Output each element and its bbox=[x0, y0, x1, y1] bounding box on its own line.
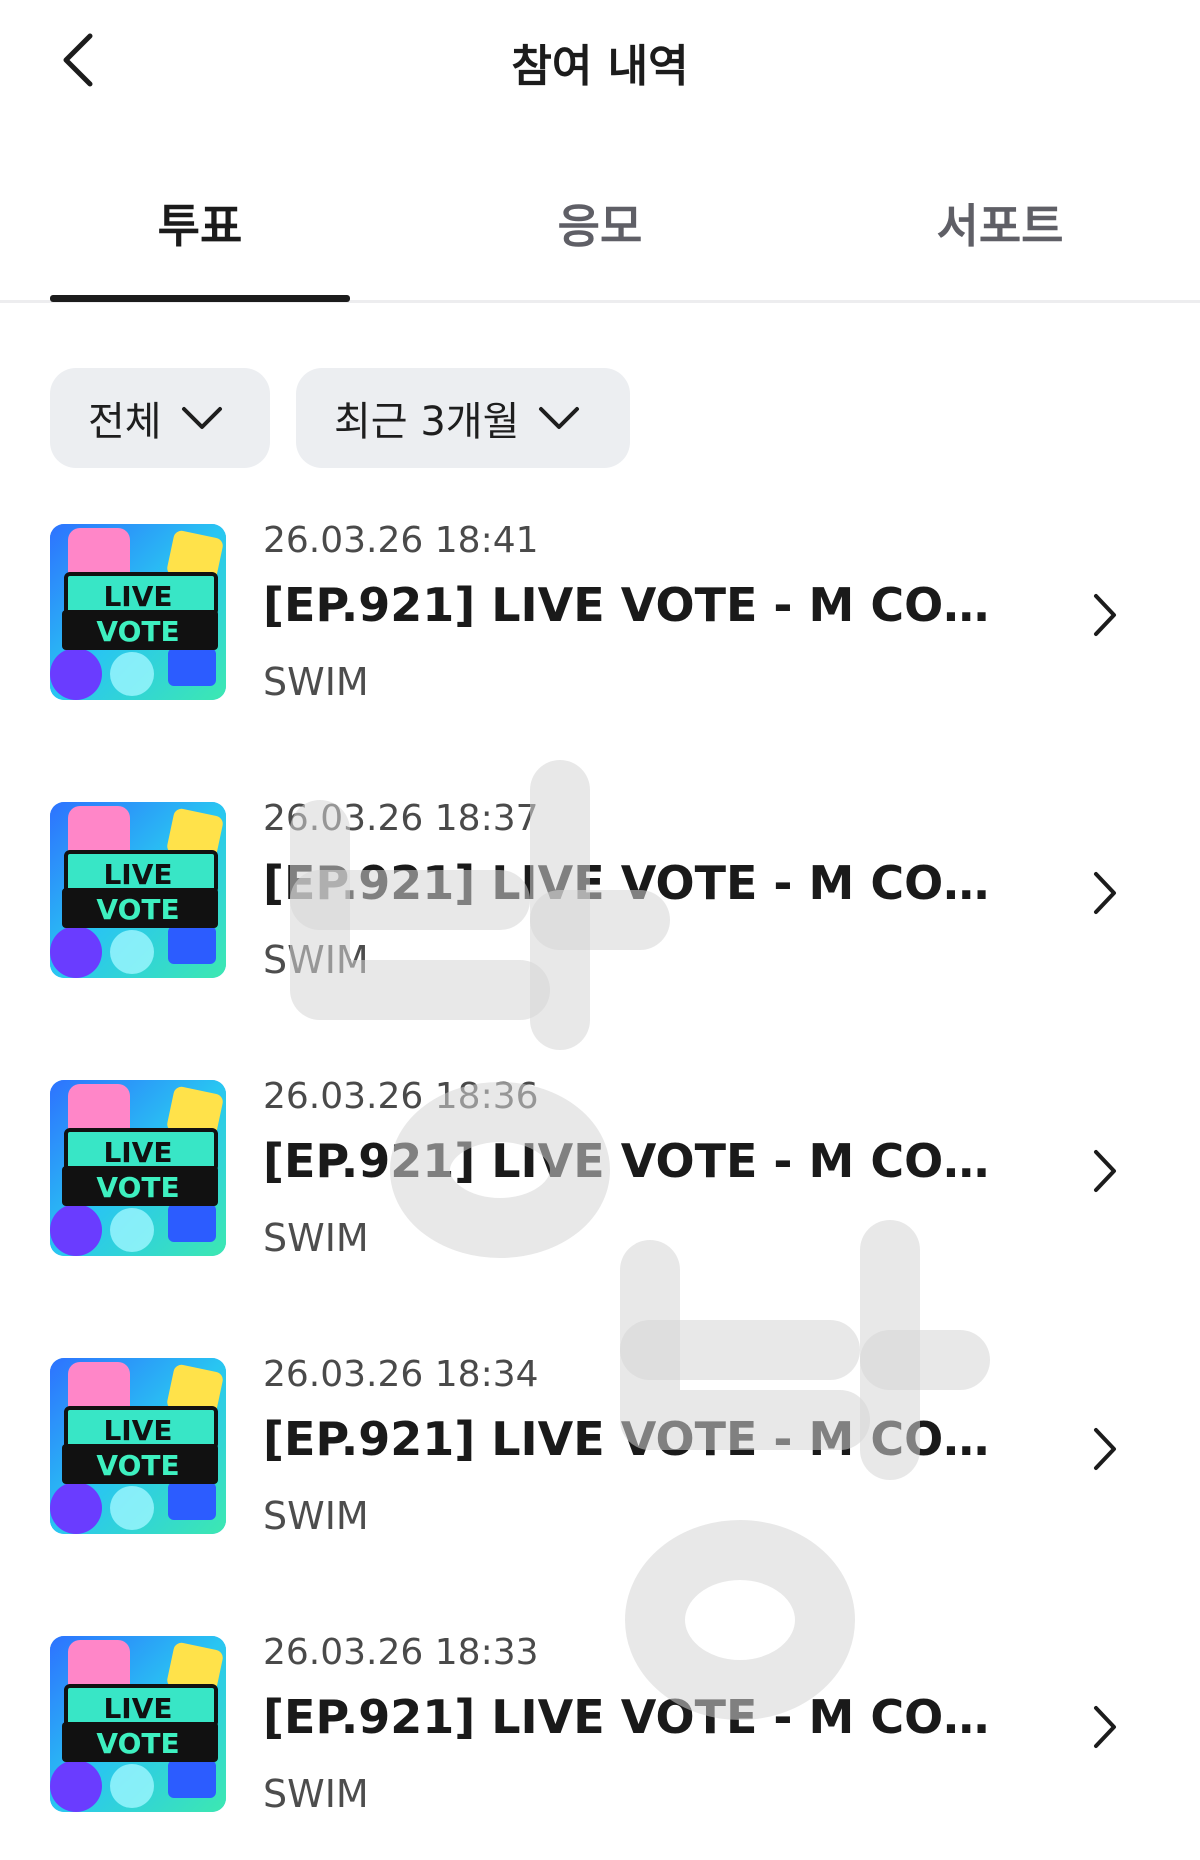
live-vote-thumbnail-art: LIVE VOTE bbox=[50, 802, 226, 978]
thumbnail-line2: VOTE bbox=[96, 1727, 179, 1760]
vote-date: 26.03.26 18:36 bbox=[263, 1076, 539, 1117]
vote-history-item[interactable]: LIVE VOTE 26.03.26 18:37 [EP.921] LIVE V… bbox=[0, 798, 1200, 988]
chevron-right-icon bbox=[1094, 1150, 1116, 1192]
chevron-down-icon bbox=[181, 407, 222, 429]
chevron-right-icon bbox=[1094, 1706, 1116, 1748]
live-vote-thumbnail: LIVE VOTE bbox=[50, 524, 226, 700]
thumbnail-line1: LIVE bbox=[103, 858, 172, 891]
bubble bbox=[110, 930, 154, 974]
voted-artist: SWIM bbox=[263, 1494, 369, 1538]
vote-date: 26.03.26 18:34 bbox=[263, 1354, 539, 1395]
live-vote-thumbnail-art: LIVE VOTE bbox=[50, 1636, 226, 1812]
period-filter-dropdown[interactable]: 최근 3개월 bbox=[296, 368, 630, 468]
vote-history-item[interactable]: LIVE VOTE 26.03.26 18:33 [EP.921] LIVE V… bbox=[0, 1632, 1200, 1822]
live-vote-thumbnail: LIVE VOTE bbox=[50, 1636, 226, 1812]
purple-ball bbox=[50, 1482, 102, 1534]
vote-title: [EP.921] LIVE VOTE - M COUN... bbox=[263, 578, 1003, 632]
live-vote-thumbnail-art: LIVE VOTE bbox=[50, 1080, 226, 1256]
bubble bbox=[110, 1764, 154, 1808]
live-vote-thumbnail: LIVE VOTE bbox=[50, 1358, 226, 1534]
vote-history-item[interactable]: LIVE VOTE 26.03.26 18:36 [EP.921] LIVE V… bbox=[0, 1076, 1200, 1266]
thumbnail-line2: VOTE bbox=[96, 1449, 179, 1482]
voted-artist: SWIM bbox=[263, 1216, 369, 1260]
tab-vote[interactable]: 투표 bbox=[50, 190, 350, 256]
camera-shape bbox=[168, 926, 216, 964]
vote-title: [EP.921] LIVE VOTE - M COUN... bbox=[263, 856, 1003, 910]
thumbnail-line2: VOTE bbox=[96, 615, 179, 648]
vote-title: [EP.921] LIVE VOTE - M COUN... bbox=[263, 1134, 1003, 1188]
period-filter-label: 최근 3개월 bbox=[334, 399, 520, 445]
category-filter-label: 전체 bbox=[88, 399, 162, 445]
chevron-right-icon bbox=[1094, 594, 1116, 636]
thumbnail-line2: VOTE bbox=[96, 1171, 179, 1204]
bubble bbox=[110, 1208, 154, 1252]
header: 참여 내역 bbox=[0, 0, 1200, 120]
participation-history-screen: 참여 내역 투표 응모 서포트 전체 최근 3개월 LIVE VOTE 26.0… bbox=[0, 0, 1200, 1860]
thumbnail-line1: LIVE bbox=[103, 1414, 172, 1447]
thumbnail-line2: VOTE bbox=[96, 893, 179, 926]
page-title: 참여 내역 bbox=[511, 41, 689, 92]
camera-shape bbox=[168, 1482, 216, 1520]
voted-artist: SWIM bbox=[263, 938, 369, 982]
live-vote-thumbnail-art: LIVE VOTE bbox=[50, 1358, 226, 1534]
vote-title: [EP.921] LIVE VOTE - M COUN... bbox=[263, 1412, 1003, 1466]
live-vote-thumbnail: LIVE VOTE bbox=[50, 1080, 226, 1256]
vote-date: 26.03.26 18:37 bbox=[263, 798, 539, 839]
purple-ball bbox=[50, 926, 102, 978]
purple-ball bbox=[50, 1204, 102, 1256]
vote-title: [EP.921] LIVE VOTE - M COUN... bbox=[263, 1690, 1003, 1744]
tab-bar: 투표 응모 서포트 bbox=[0, 150, 1200, 304]
vote-date: 26.03.26 18:41 bbox=[263, 520, 539, 561]
camera-shape bbox=[168, 1204, 216, 1242]
purple-ball bbox=[50, 1760, 102, 1812]
live-vote-thumbnail: LIVE VOTE bbox=[50, 802, 226, 978]
live-vote-thumbnail-art: LIVE VOTE bbox=[50, 524, 226, 700]
bubble bbox=[110, 1486, 154, 1530]
voted-artist: SWIM bbox=[263, 660, 369, 704]
chevron-right-icon bbox=[1094, 872, 1116, 914]
vote-history-item[interactable]: LIVE VOTE 26.03.26 18:34 [EP.921] LIVE V… bbox=[0, 1354, 1200, 1544]
thumbnail-line1: LIVE bbox=[103, 1692, 172, 1725]
voted-artist: SWIM bbox=[263, 1772, 369, 1816]
vote-history-item[interactable]: LIVE VOTE 26.03.26 18:41 [EP.921] LIVE V… bbox=[0, 520, 1200, 710]
vote-date: 26.03.26 18:33 bbox=[263, 1632, 539, 1673]
tab-entry[interactable]: 응모 bbox=[450, 190, 750, 256]
chevron-down-icon bbox=[539, 407, 580, 429]
tab-support[interactable]: 서포트 bbox=[850, 190, 1150, 256]
category-filter-dropdown[interactable]: 전체 bbox=[50, 368, 270, 468]
active-tab-indicator bbox=[50, 295, 350, 302]
purple-ball bbox=[50, 648, 102, 700]
thumbnail-line1: LIVE bbox=[103, 1136, 172, 1169]
bubble bbox=[110, 652, 154, 696]
camera-shape bbox=[168, 648, 216, 686]
camera-shape bbox=[168, 1760, 216, 1798]
chevron-right-icon bbox=[1094, 1428, 1116, 1470]
thumbnail-line1: LIVE bbox=[103, 580, 172, 613]
